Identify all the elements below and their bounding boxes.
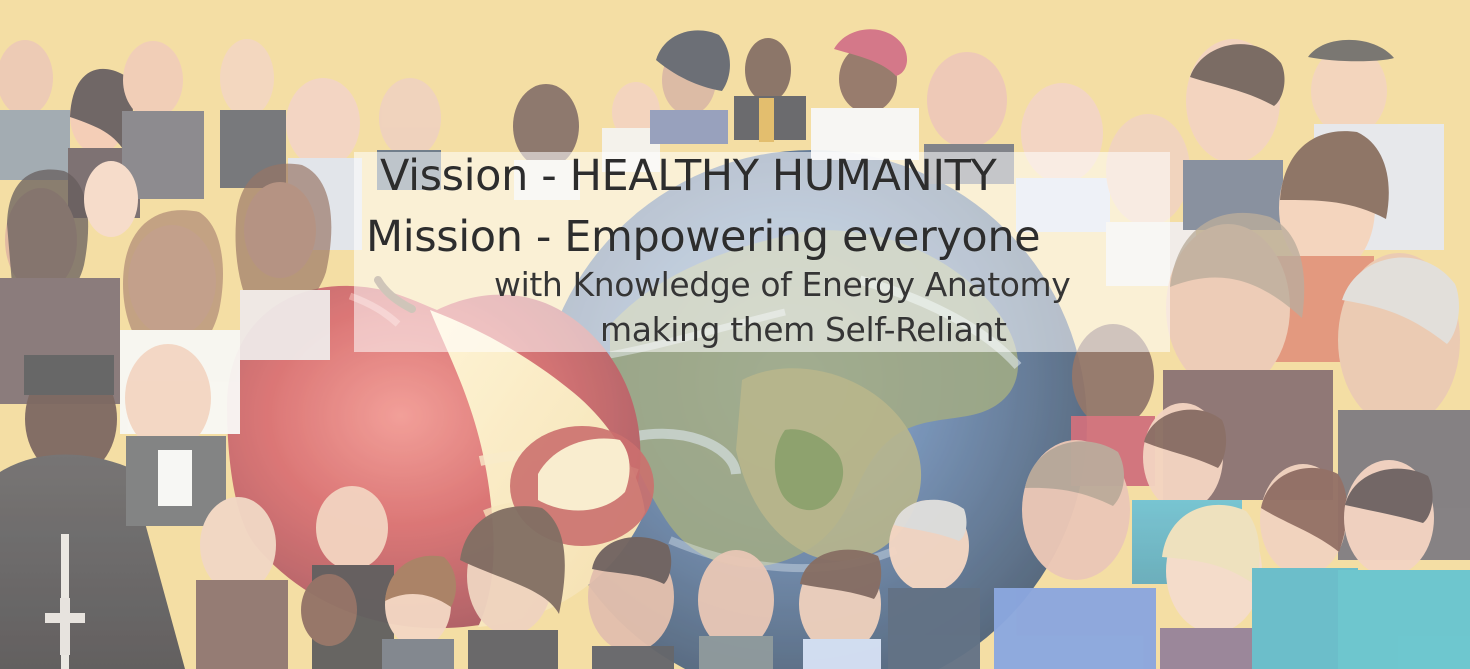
mission-subline-2: making them Self-Reliant	[600, 310, 1007, 349]
vision-heading: Vission - HEALTHY HUMANITY	[380, 151, 997, 201]
mission-heading: Mission - Empowering everyone	[366, 212, 1041, 262]
mission-subline-1: with Knowledge of Energy Anatomy	[494, 265, 1071, 304]
hero-banner: Vission - HEALTHY HUMANITY Mission - Emp…	[0, 0, 1470, 669]
